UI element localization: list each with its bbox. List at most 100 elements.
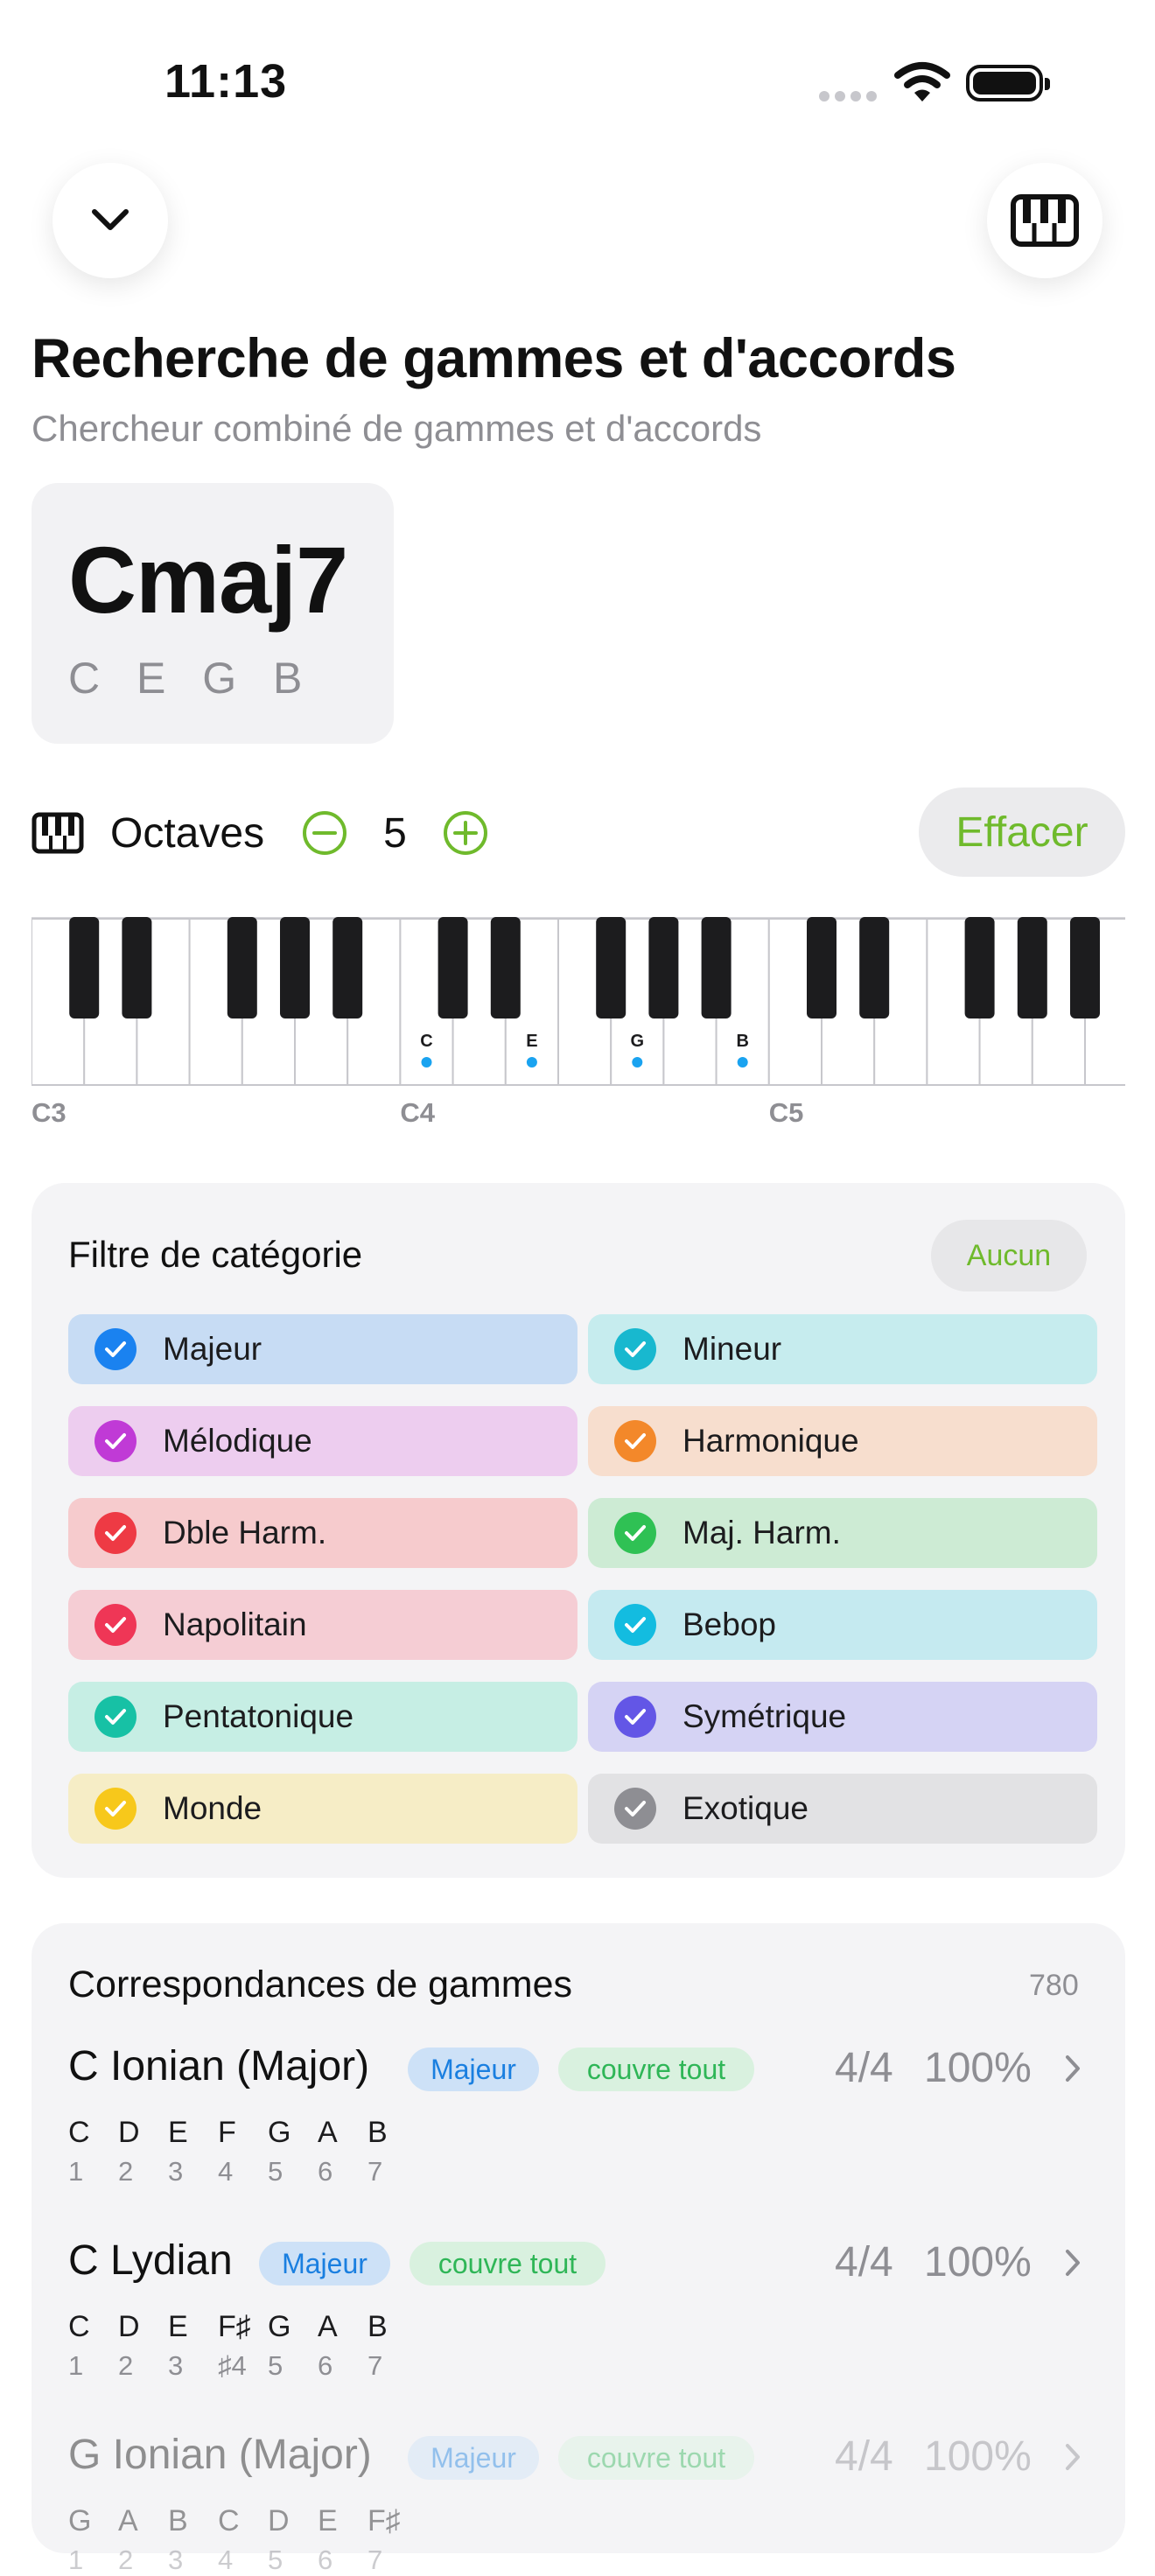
scale-degree: 3 xyxy=(168,2350,184,2381)
black-key[interactable] xyxy=(69,917,100,1018)
decrement-octave-button[interactable] xyxy=(301,809,348,857)
dismiss-button[interactable] xyxy=(52,163,168,278)
cellular-signal-icon xyxy=(819,91,877,102)
category-chip[interactable]: Mélodique xyxy=(68,1406,578,1476)
selected-note-dot xyxy=(421,1057,432,1068)
black-key[interactable] xyxy=(701,917,732,1018)
select-none-button[interactable]: Aucun xyxy=(931,1220,1087,1292)
scale-degree: 2 xyxy=(118,2350,134,2381)
category-label: Napolitain xyxy=(163,1606,307,1642)
selected-note-label: E xyxy=(526,1032,537,1051)
scale-degrees: 1 2 3 4 5 6 7 xyxy=(68,2544,417,2576)
black-key[interactable] xyxy=(227,917,257,1018)
checkmark-icon xyxy=(614,1420,656,1462)
black-key[interactable] xyxy=(122,917,152,1018)
scale-note: D xyxy=(118,2310,140,2343)
checkmark-icon xyxy=(94,1604,136,1646)
category-chip[interactable]: Monde xyxy=(68,1774,578,1844)
scale-note: A xyxy=(318,2310,338,2343)
scale-note: C xyxy=(68,2310,90,2343)
category-chip[interactable]: Majeur xyxy=(68,1314,578,1384)
scale-note: F♯ xyxy=(218,2310,251,2343)
checkmark-icon xyxy=(614,1328,656,1370)
page-title: Recherche de gammes et d'accords xyxy=(32,328,956,389)
scale-degree: 2 xyxy=(118,2156,134,2187)
scale-name: C Ionian (Major) xyxy=(68,2043,370,2090)
category-label: Symétrique xyxy=(682,1698,847,1734)
category-chip[interactable]: Exotique xyxy=(588,1774,1097,1844)
category-label: Dble Harm. xyxy=(163,1515,327,1550)
scale-matches-count: 780 xyxy=(1029,1969,1079,2002)
checkmark-icon xyxy=(614,1696,656,1738)
category-chip[interactable]: Maj. Harm. xyxy=(588,1498,1097,1568)
category-label: Monde xyxy=(163,1790,262,1826)
category-chip[interactable]: Bebop xyxy=(588,1590,1097,1660)
scale-degree: 5 xyxy=(268,2156,284,2187)
black-key[interactable] xyxy=(332,917,363,1018)
scale-note: G xyxy=(268,2116,291,2149)
category-label: Exotique xyxy=(682,1790,808,1826)
wifi-icon xyxy=(894,62,950,102)
black-key[interactable] xyxy=(490,917,521,1018)
clear-button[interactable]: Effacer xyxy=(919,788,1125,877)
category-chip[interactable]: Harmonique xyxy=(588,1406,1097,1476)
scale-note: E xyxy=(168,2116,188,2149)
checkmark-icon xyxy=(94,1512,136,1554)
category-badge: Majeur xyxy=(259,2242,390,2286)
scale-note: C xyxy=(68,2116,90,2149)
category-label: Maj. Harm. xyxy=(682,1515,841,1550)
selected-note-label: B xyxy=(736,1032,748,1051)
scale-degree: 7 xyxy=(368,2350,383,2381)
checkmark-icon xyxy=(94,1328,136,1370)
scale-degree: 7 xyxy=(368,2544,383,2575)
black-key[interactable] xyxy=(280,917,310,1018)
black-key[interactable] xyxy=(1070,917,1100,1018)
octave-label: C4 xyxy=(400,1097,435,1128)
black-key[interactable] xyxy=(438,917,468,1018)
category-label: Pentatonique xyxy=(163,1698,354,1734)
scale-note: G xyxy=(268,2310,291,2343)
match-score: 4/4 xyxy=(835,2045,893,2091)
scale-degree: 1 xyxy=(68,2350,84,2381)
category-label: Bebop xyxy=(682,1606,776,1642)
scale-degree: 5 xyxy=(268,2350,284,2381)
black-key[interactable] xyxy=(964,917,995,1018)
page-subtitle: Chercheur combiné de gammes et d'accords xyxy=(32,408,762,449)
match-score: 4/4 xyxy=(835,2433,893,2480)
selected-note-dot xyxy=(526,1057,537,1068)
black-key[interactable] xyxy=(1017,917,1047,1018)
battery-icon xyxy=(966,65,1050,102)
scale-degree: 6 xyxy=(318,2544,333,2575)
category-label: Majeur xyxy=(163,1331,262,1367)
increment-octave-button[interactable] xyxy=(442,809,489,857)
scale-notes: C D E F♯ G A B xyxy=(68,2310,417,2344)
category-chip[interactable]: Napolitain xyxy=(68,1590,578,1660)
scale-name: C Lydian xyxy=(68,2237,233,2284)
match-percent: 100% xyxy=(924,2239,1032,2286)
category-label: Mineur xyxy=(682,1331,782,1367)
status-time: 11:13 xyxy=(164,55,288,108)
checkmark-icon xyxy=(94,1696,136,1738)
scale-degree: 2 xyxy=(118,2544,134,2575)
category-chip[interactable]: Pentatonique xyxy=(68,1682,578,1752)
piano-keyboard[interactable]: C E G B C3 C4 C5 xyxy=(32,917,1125,1136)
black-key[interactable] xyxy=(859,917,890,1018)
category-chip[interactable]: Dble Harm. xyxy=(68,1498,578,1568)
scale-degree: 6 xyxy=(318,2350,333,2381)
category-chip[interactable]: Symétrique xyxy=(588,1682,1097,1752)
category-chip[interactable]: Mineur xyxy=(588,1314,1097,1384)
category-badge: Majeur xyxy=(408,2436,539,2480)
chevron-down-icon xyxy=(92,209,129,230)
black-key[interactable] xyxy=(807,917,836,1018)
scale-note: E xyxy=(168,2310,188,2343)
scale-note: A xyxy=(318,2116,338,2149)
black-key[interactable] xyxy=(596,917,626,1018)
black-key[interactable] xyxy=(648,917,679,1018)
coverage-badge: couvre tout xyxy=(558,2436,754,2480)
scale-note: D xyxy=(118,2116,140,2149)
octaves-value: 5 xyxy=(383,809,407,857)
piano-button[interactable] xyxy=(987,163,1102,278)
piano-icon xyxy=(1011,194,1079,247)
scale-degree: 7 xyxy=(368,2156,383,2187)
checkmark-icon xyxy=(614,1512,656,1554)
